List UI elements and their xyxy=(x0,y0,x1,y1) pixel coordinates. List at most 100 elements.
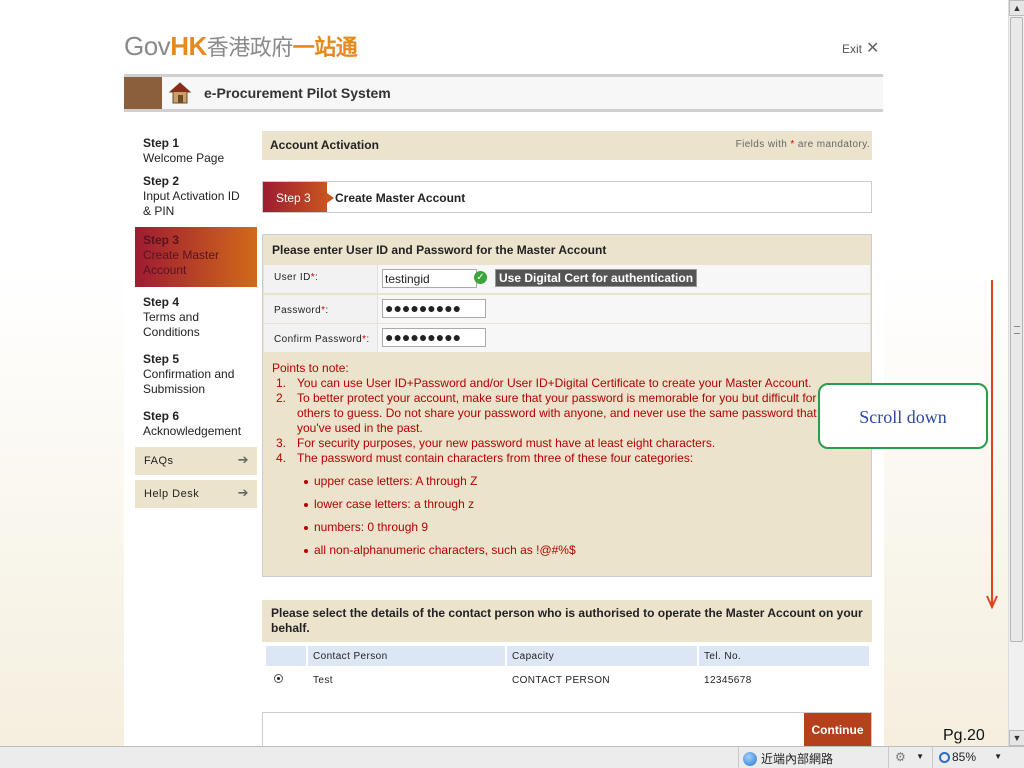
protected-mode-button[interactable]: ⚙ ▼ xyxy=(888,747,930,768)
password-notes: Points to note: 1. You can use User ID+Pa… xyxy=(272,361,862,566)
page-number: Pg.20 xyxy=(943,727,985,744)
userid-label: User ID*: xyxy=(274,272,319,283)
logo-gov-text: Gov xyxy=(124,31,171,61)
scroll-up-button[interactable]: ▲ xyxy=(1009,0,1024,16)
step-number: Step 4 xyxy=(143,295,180,309)
zoom-control[interactable]: 85% ▼ xyxy=(932,747,1008,768)
step-number: Step 5 xyxy=(143,352,180,366)
contact-table: Contact Person Capacity Tel. No. Test CO… xyxy=(264,646,871,690)
helpdesk-label: Help Desk xyxy=(144,488,200,500)
exit-label: Exit xyxy=(842,42,863,56)
helpdesk-button[interactable]: Help Desk ➔ xyxy=(135,480,257,508)
note-item: 1. You can use User ID+Password and/or Us… xyxy=(276,376,812,390)
table-row[interactable]: Test CONTACT PERSON 12345678 xyxy=(266,666,869,690)
arrow-right-icon: ➔ xyxy=(237,485,249,500)
exit-button[interactable]: Exit ✕ xyxy=(842,38,879,58)
logo-hk-text: HK xyxy=(170,31,207,61)
check-icon: ✓ xyxy=(474,271,487,284)
faqs-label: FAQs xyxy=(144,455,174,467)
action-bar xyxy=(262,712,872,746)
step-1: Step 1 Welcome Page xyxy=(135,136,257,166)
digital-cert-button[interactable]: Use Digital Cert for authentication xyxy=(495,269,698,287)
contact-radio[interactable] xyxy=(274,674,283,683)
chevron-down-icon: ▼ xyxy=(916,752,924,761)
capacity-cell: CONTACT PERSON xyxy=(507,666,697,690)
contact-person-cell: Test xyxy=(308,666,505,690)
category-item: all non-alphanumeric characters, such as… xyxy=(304,543,862,558)
system-bar-accent xyxy=(124,77,162,109)
section-title: Account Activation xyxy=(270,138,379,152)
zoom-level: 85% xyxy=(952,750,977,764)
contact-section-header: Please select the details of the contact… xyxy=(262,600,872,642)
step-number: Step 2 xyxy=(143,174,180,188)
current-step-bar: Step 3 Create Master Account xyxy=(262,181,872,213)
tel-cell: 12345678 xyxy=(699,666,869,690)
magnifier-icon xyxy=(939,752,950,763)
notes-title: Points to note: xyxy=(272,361,349,375)
userid-input[interactable] xyxy=(382,269,477,288)
step-label: Confirmation and Submission xyxy=(143,367,235,396)
note-item: 4. The password must contain characters f… xyxy=(276,451,694,465)
system-title: e-Procurement Pilot System xyxy=(204,85,391,101)
step-number: Step 1 xyxy=(143,136,180,150)
category-item: upper case letters: A through Z xyxy=(304,474,862,489)
scroll-down-button[interactable]: ▼ xyxy=(1009,730,1024,746)
status-bar: 近端內部網路 ⚙ ▼ 85% ▼ xyxy=(0,746,1024,768)
confirm-password-label: Confirm Password*: xyxy=(274,334,370,345)
step-label: Acknowledgement xyxy=(143,424,242,438)
arrow-down-icon xyxy=(986,280,998,610)
userid-row: User ID*: ✓ Use Digital Cert for authent… xyxy=(264,265,870,293)
grip-icon xyxy=(1014,326,1020,334)
step-number: Step 6 xyxy=(143,409,180,423)
step-6: Step 6 Acknowledgement xyxy=(135,409,257,439)
logo-zh-accent-text: 一站通 xyxy=(292,35,358,60)
step-label: Welcome Page xyxy=(143,151,225,165)
table-header-row: Contact Person Capacity Tel. No. xyxy=(266,646,869,666)
column-header: Capacity xyxy=(507,646,697,666)
system-bar: e-Procurement Pilot System xyxy=(124,74,883,112)
password-input[interactable]: ●●●●●●●●● xyxy=(382,299,486,318)
notes-list: 1. You can use User ID+Password and/or Us… xyxy=(276,376,862,466)
lock-icon: ⚙ xyxy=(895,750,906,764)
note-item: 2. To better protect your account, make s… xyxy=(276,391,817,435)
step-label: Input Activation ID & PIN xyxy=(143,189,240,218)
govhk-logo[interactable]: GovHK香港政府一站通 xyxy=(124,30,358,62)
step-5: Step 5 Confirmation and Submission xyxy=(135,352,257,397)
contact-heading: Please select the details of the contact… xyxy=(271,606,863,635)
password-label: Password*: xyxy=(274,305,329,316)
column-header: Contact Person xyxy=(308,646,505,666)
note-item: 3. For security purposes, your new passwo… xyxy=(276,436,716,450)
category-item: numbers: 0 through 9 xyxy=(304,520,862,535)
confirm-password-input[interactable]: ●●●●●●●●● xyxy=(382,328,486,347)
steps-nav: Step 1 Welcome Page Step 2 Input Activatio… xyxy=(135,136,257,508)
step-4: Step 4 Terms and Conditions xyxy=(135,295,257,340)
continue-button[interactable]: Continue xyxy=(804,713,871,746)
section-header: Account Activation Fields with * are man… xyxy=(262,131,872,160)
arrow-right-icon: ➔ xyxy=(237,452,249,467)
close-icon: ✕ xyxy=(866,40,880,57)
chevron-down-icon: ▼ xyxy=(994,752,1002,761)
step-tag: Step 3 xyxy=(263,182,334,212)
scroll-down-callout: Scroll down xyxy=(818,383,988,449)
globe-icon xyxy=(743,752,757,766)
categories-list: upper case letters: A through Z lower ca… xyxy=(304,474,862,558)
step-label: Terms and Conditions xyxy=(143,310,200,339)
column-header: Tel. No. xyxy=(699,646,869,666)
step-2: Step 2 Input Activation ID & PIN xyxy=(135,174,247,219)
logo-zh-text: 香港政府 xyxy=(206,35,294,60)
mandatory-note: Fields with * are mandatory. xyxy=(735,139,870,150)
faqs-button[interactable]: FAQs ➔ xyxy=(135,447,257,475)
vertical-scrollbar[interactable]: ▲ ▼ xyxy=(1008,0,1024,746)
house-icon xyxy=(168,82,192,104)
account-form: Please enter User ID and Password for th… xyxy=(262,234,872,577)
security-zone: 近端內部網路 xyxy=(738,747,833,768)
step-label: Create Master Account xyxy=(143,248,220,277)
form-heading: Please enter User ID and Password for th… xyxy=(272,243,607,257)
step-title: Create Master Account xyxy=(335,191,466,205)
confirm-password-row: Confirm Password*: ●●●●●●●●● xyxy=(264,324,870,352)
password-row: Password*: ●●●●●●●●● xyxy=(264,295,870,323)
step-3-current: Step 3 Create Master Account xyxy=(135,227,257,287)
step-number: Step 3 xyxy=(143,233,180,247)
scroll-thumb[interactable] xyxy=(1010,17,1023,642)
category-item: lower case letters: a through z xyxy=(304,497,862,512)
